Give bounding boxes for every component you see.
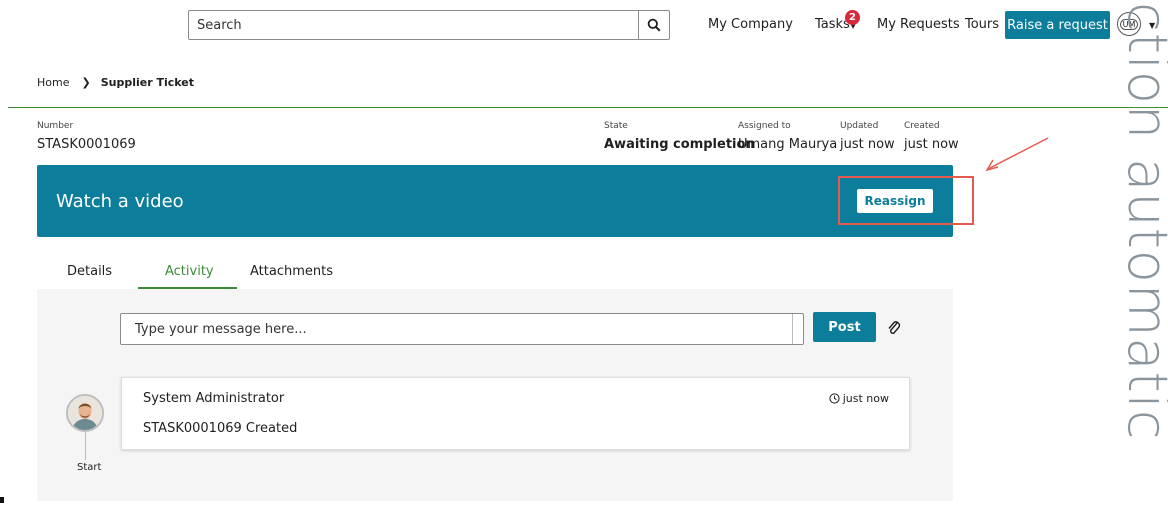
entry-timestamp: just now — [829, 392, 889, 405]
activity-entry-card: System Administrator just now STASK00010… — [121, 377, 910, 450]
updated-label: Updated — [840, 121, 879, 131]
created-label: Created — [904, 121, 940, 131]
avatar — [66, 394, 104, 432]
assigned-value: Umang Maurya — [738, 137, 838, 152]
title-banner: Watch a video Reassign — [37, 165, 953, 237]
message-input-scrollbar[interactable] — [792, 314, 793, 344]
number-label: Number — [37, 121, 74, 131]
highlight-box — [838, 176, 974, 225]
breadcrumb-home[interactable]: Home — [37, 76, 69, 89]
top-navigation-bar: My Company Tasks ▼ 2 My Requests Tours R… — [0, 0, 1168, 52]
raise-request-button[interactable]: Raise a request — [1005, 11, 1110, 39]
watermark-label: ction automatic — [1122, 2, 1168, 441]
tab-details[interactable]: Details — [67, 264, 112, 279]
tasks-count-badge: 2 — [845, 10, 860, 25]
nav-tours[interactable]: Tours — [965, 17, 999, 32]
search-icon — [647, 18, 661, 32]
watermark-text: ction automatic — [1122, 0, 1168, 507]
entry-time-text: just now — [842, 392, 889, 405]
number-value: STASK0001069 — [37, 137, 136, 152]
nav-my-requests[interactable]: My Requests — [877, 17, 960, 32]
header-divider — [8, 107, 1168, 108]
breadcrumb: Home ❯ Supplier Ticket — [37, 76, 194, 89]
state-value: Awaiting completion — [604, 137, 755, 152]
search-box — [188, 10, 670, 40]
timeline-start-label: Start — [77, 462, 102, 473]
paperclip-icon[interactable] — [886, 319, 902, 337]
timeline-connector — [85, 432, 86, 460]
assigned-label: Assigned to — [738, 121, 791, 131]
annotation-arrow-icon — [985, 137, 1049, 172]
entry-text: STASK0001069 Created — [143, 421, 298, 436]
edge-mark — [0, 497, 4, 503]
message-input[interactable] — [120, 313, 804, 345]
search-button[interactable] — [638, 11, 669, 39]
created-value: just now — [904, 137, 959, 152]
entry-author: System Administrator — [143, 391, 285, 406]
tab-activity[interactable]: Activity — [165, 264, 214, 279]
post-button[interactable]: Post — [813, 312, 876, 342]
chevron-right-icon: ❯ — [81, 76, 91, 89]
clock-icon — [829, 393, 840, 404]
search-input[interactable] — [189, 11, 639, 39]
breadcrumb-current: Supplier Ticket — [100, 76, 194, 89]
tab-attachments[interactable]: Attachments — [250, 264, 333, 279]
person-photo-icon — [68, 396, 102, 430]
nav-my-company[interactable]: My Company — [708, 17, 793, 32]
updated-value: just now — [840, 137, 895, 152]
state-label: State — [604, 121, 628, 131]
page-title: Watch a video — [56, 191, 184, 212]
